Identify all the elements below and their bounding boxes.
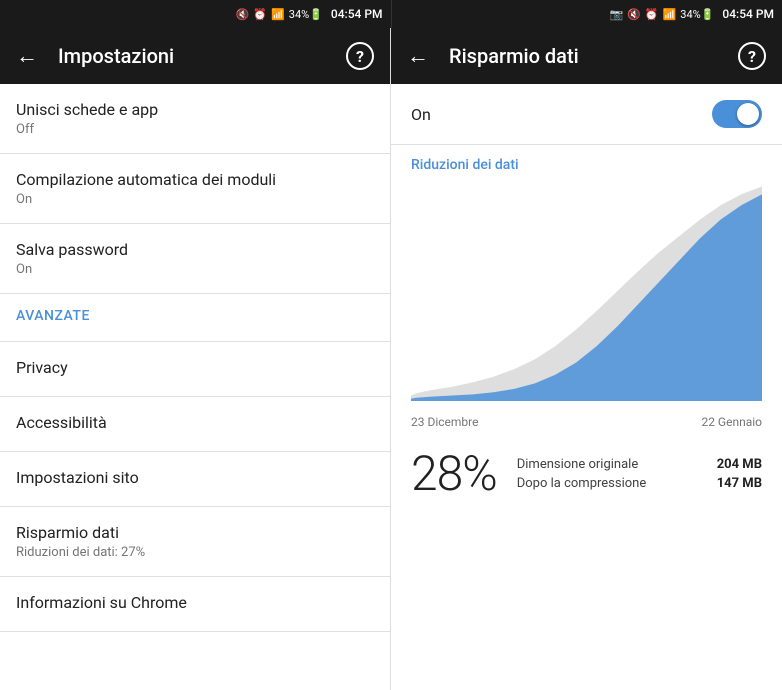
- savings-percent: 28%: [411, 445, 497, 502]
- left-panel: ← Impostazioni ? Unisci schede e app Off…: [0, 28, 391, 690]
- right-panel: ← Risparmio dati ? On Riduzioni dei dati…: [391, 28, 782, 690]
- settings-title-unisci: Unisci schede e app: [16, 100, 374, 119]
- settings-subtitle-compilazione: On: [16, 192, 374, 207]
- settings-item-informazioni[interactable]: Informazioni su Chrome: [0, 577, 390, 632]
- settings-item-avanzate[interactable]: Avanzate: [0, 294, 390, 342]
- left-header-title: Impostazioni: [58, 44, 326, 68]
- settings-item-impostazioni-sito[interactable]: Impostazioni sito: [0, 452, 390, 507]
- stat-original-label: Dimensione originale: [517, 457, 639, 472]
- left-back-button[interactable]: ←: [16, 43, 38, 69]
- settings-item-privacy[interactable]: Privacy: [0, 342, 390, 397]
- toggle-label: On: [411, 105, 431, 124]
- battery-icon: 34%🔋: [289, 8, 323, 21]
- left-help-button[interactable]: ?: [346, 42, 374, 70]
- right-header: ← Risparmio dati ?: [391, 28, 782, 84]
- stat-original-value: 204 MB: [717, 457, 762, 472]
- chart-start-label: 23 Dicembre: [411, 415, 478, 429]
- stats-detail: Dimensione originale 204 MB Dopo la comp…: [517, 457, 762, 491]
- data-saver-toggle[interactable]: [712, 100, 762, 128]
- data-chart: [411, 181, 762, 401]
- settings-list: Unisci schede e app Off Compilazione aut…: [0, 84, 390, 690]
- settings-item-accessibilita[interactable]: Accessibilità: [0, 397, 390, 452]
- settings-title-compilazione: Compilazione automatica dei moduli: [16, 170, 374, 189]
- main-panels: ← Impostazioni ? Unisci schede e app Off…: [0, 28, 782, 690]
- left-status-bar: 🔇 ⏰ 📶 34%🔋 04:54 PM: [0, 0, 392, 28]
- alarm-icon-right: ⏰: [645, 8, 659, 21]
- mute-icon-right: 🔇: [627, 8, 641, 21]
- data-saver-content: On Riduzioni dei dati 23 Dicembre 22 Gen…: [391, 84, 782, 690]
- right-status-bar: 📷 🔇 ⏰ 📶 34%🔋 04:54 PM: [392, 0, 782, 28]
- stat-compressed-value: 147 MB: [717, 476, 762, 491]
- settings-title-avanzate: Avanzate: [16, 308, 374, 324]
- settings-title-risparmio-dati: Risparmio dati: [16, 523, 374, 542]
- section-title-riduzioni: Riduzioni dei dati: [391, 145, 782, 181]
- battery-icon-right: 34%🔋: [680, 8, 714, 21]
- settings-title-accessibilita: Accessibilità: [16, 413, 374, 432]
- settings-subtitle-unisci: Off: [16, 122, 374, 137]
- settings-item-password[interactable]: Salva password On: [0, 224, 390, 294]
- stat-compressed-label: Dopo la compressione: [517, 476, 647, 491]
- settings-item-unisci[interactable]: Unisci schede e app Off: [0, 84, 390, 154]
- wifi-icon: 📶: [271, 8, 285, 21]
- settings-item-compilazione[interactable]: Compilazione automatica dei moduli On: [0, 154, 390, 224]
- right-time: 04:54 PM: [722, 7, 774, 21]
- alarm-icon: ⏰: [253, 8, 267, 21]
- settings-title-informazioni: Informazioni su Chrome: [16, 593, 374, 612]
- stat-compressed: Dopo la compressione 147 MB: [517, 476, 762, 491]
- settings-subtitle-password: On: [16, 262, 374, 277]
- chart-end-label: 22 Gennaio: [701, 415, 762, 429]
- right-help-button[interactable]: ?: [738, 42, 766, 70]
- settings-item-risparmio-dati[interactable]: Risparmio dati Riduzioni dei dati: 27%: [0, 507, 390, 577]
- chart-labels: 23 Dicembre 22 Gennaio: [391, 411, 782, 433]
- toggle-row: On: [391, 84, 782, 145]
- right-back-button[interactable]: ←: [407, 43, 429, 69]
- wifi-icon-right: 📶: [663, 8, 677, 21]
- settings-subtitle-risparmio-dati: Riduzioni dei dati: 27%: [16, 545, 374, 560]
- settings-title-privacy: Privacy: [16, 358, 374, 377]
- mute-icon: 🔇: [236, 8, 250, 21]
- left-time: 04:54 PM: [331, 7, 383, 21]
- stats-row: 28% Dimensione originale 204 MB Dopo la …: [391, 433, 782, 514]
- camera-icon-right: 📷: [609, 8, 623, 21]
- status-bar: 🔇 ⏰ 📶 34%🔋 04:54 PM 📷 🔇 ⏰ 📶 34%🔋 04:54 P…: [0, 0, 782, 28]
- settings-title-password: Salva password: [16, 240, 374, 259]
- right-header-title: Risparmio dati: [449, 44, 718, 68]
- left-header: ← Impostazioni ?: [0, 28, 390, 84]
- settings-title-impostazioni-sito: Impostazioni sito: [16, 468, 374, 487]
- stat-original: Dimensione originale 204 MB: [517, 457, 762, 472]
